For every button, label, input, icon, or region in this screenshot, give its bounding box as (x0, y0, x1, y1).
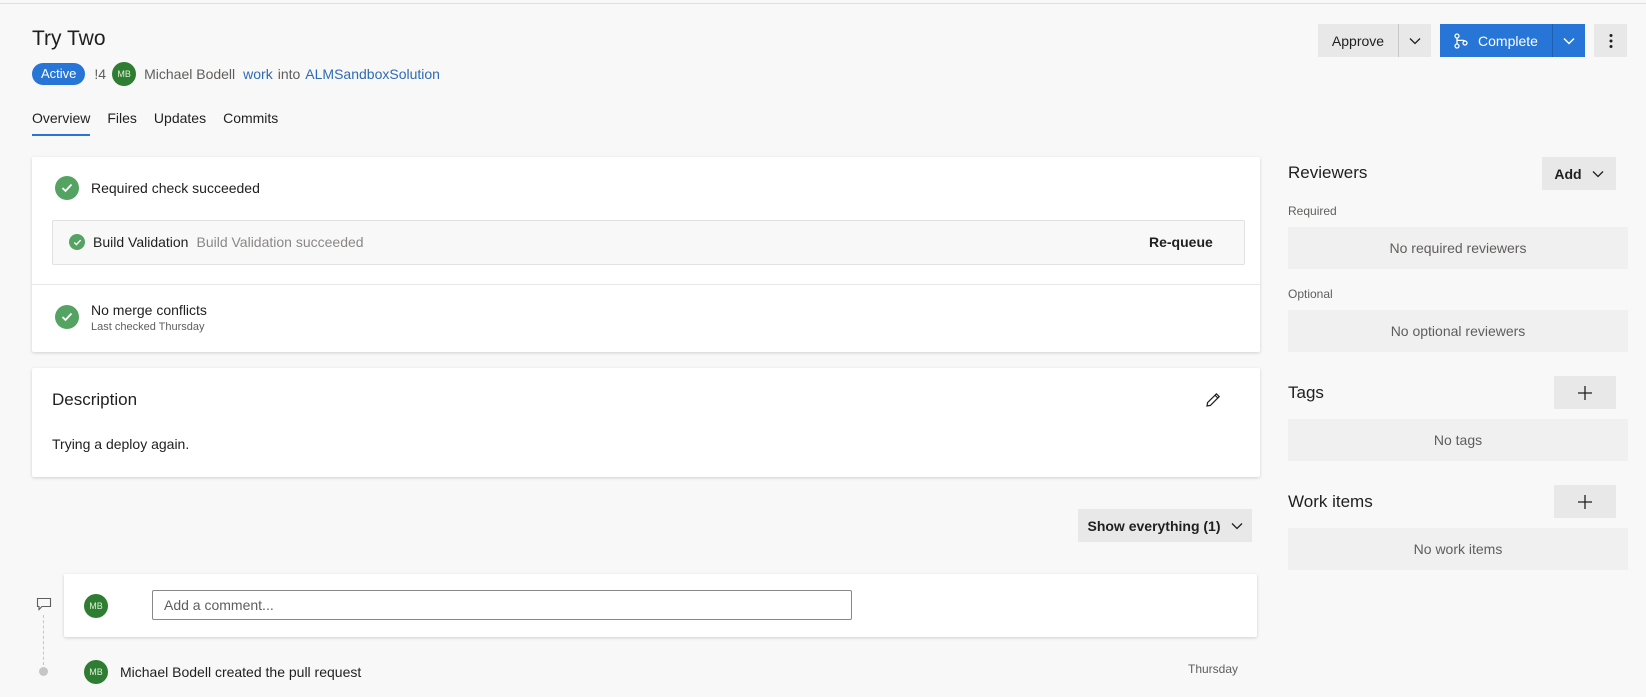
build-validation-status: Build Validation succeeded (196, 234, 364, 250)
checks-divider (32, 284, 1260, 285)
approve-dropdown-button[interactable] (1399, 24, 1431, 57)
no-optional-reviewers: No optional reviewers (1288, 310, 1628, 352)
complete-group: Complete (1440, 24, 1585, 57)
chevron-down-icon (1231, 522, 1242, 529)
merge-check-row: No merge conflicts Last checked Thursday (55, 302, 207, 333)
branch-merge-icon (1454, 32, 1468, 49)
plus-icon (1578, 494, 1592, 509)
status-badge: Active (32, 63, 86, 85)
author-name[interactable]: Michael Bodell (144, 66, 235, 82)
comment-icon (36, 597, 52, 616)
timeline-time: Thursday (1188, 662, 1239, 676)
description-heading: Description (52, 390, 138, 409)
no-required-reviewers: No required reviewers (1288, 227, 1628, 269)
complete-button[interactable]: Complete (1440, 24, 1552, 57)
more-actions-button[interactable] (1594, 24, 1627, 57)
complete-dropdown-button[interactable] (1553, 24, 1585, 57)
avatar: MB (84, 594, 108, 618)
chevron-down-icon (1592, 170, 1604, 177)
top-divider (0, 3, 1646, 4)
avatar: MB (84, 660, 108, 684)
check-icon (55, 305, 79, 329)
tab-updates[interactable]: Updates (154, 110, 206, 136)
work-items-heading: Work items (1288, 492, 1373, 511)
tags-heading: Tags (1288, 383, 1324, 402)
timeline-connector (43, 615, 44, 665)
complete-label: Complete (1478, 32, 1538, 49)
description-card: Description Trying a deploy again. (32, 368, 1260, 477)
target-branch-link[interactable]: ALMSandboxSolution (305, 66, 440, 82)
chevron-down-icon (1409, 37, 1421, 44)
no-tags: No tags (1288, 419, 1628, 461)
edit-description-button[interactable] (1204, 391, 1222, 414)
into-label: into (277, 66, 301, 82)
add-tag-button[interactable] (1554, 376, 1616, 409)
approve-button[interactable]: Approve (1318, 24, 1398, 57)
required-check-title: Required check succeeded (91, 180, 260, 196)
add-reviewer-button[interactable]: Add (1542, 157, 1616, 190)
required-check-row: Required check succeeded (55, 176, 260, 200)
pr-tabs: Overview Files Updates Commits (32, 110, 295, 136)
add-work-item-button[interactable] (1554, 485, 1616, 518)
check-icon (55, 176, 79, 200)
pr-id: !4 (94, 66, 107, 82)
description-text: Trying a deploy again. (52, 436, 190, 452)
build-validation-row: Build Validation Build Validation succee… (52, 220, 1245, 265)
checks-card: Required check succeeded Build Validatio… (32, 157, 1260, 352)
source-branch-link[interactable]: work (243, 66, 273, 82)
merge-check-text: No merge conflicts Last checked Thursday (91, 302, 207, 333)
avatar[interactable]: MB (112, 62, 137, 86)
reviewers-heading: Reviewers (1288, 163, 1368, 182)
add-reviewer-label: Add (1554, 165, 1582, 182)
page-title: Try Two (32, 27, 106, 50)
timeline-dot (39, 667, 48, 676)
comment-card: MB (64, 574, 1257, 637)
timeline-text: Michael Bodell created the pull request (120, 664, 362, 680)
pr-meta: Active !4 MB Michael Bodell work into AL… (32, 62, 440, 86)
timeline-entry: MB Michael Bodell created the pull reque… (84, 660, 361, 684)
no-work-items: No work items (1288, 528, 1628, 570)
optional-reviewers-label: Optional (1288, 287, 1333, 301)
show-everything-label: Show everything (1) (1087, 517, 1221, 534)
tab-commits[interactable]: Commits (223, 110, 278, 136)
build-validation-name[interactable]: Build Validation (93, 234, 188, 250)
merge-check-title: No merge conflicts (91, 302, 207, 318)
build-validation-info: Build Validation Build Validation succee… (69, 234, 364, 250)
check-icon (69, 234, 85, 250)
tab-files[interactable]: Files (107, 110, 137, 136)
more-group (1594, 24, 1627, 57)
chevron-down-icon (1563, 37, 1575, 45)
plus-icon (1578, 385, 1592, 400)
show-everything-button[interactable]: Show everything (1) (1078, 509, 1252, 542)
more-vertical-icon (1609, 33, 1612, 48)
merge-check-sub: Last checked Thursday (91, 321, 205, 333)
comment-input[interactable] (152, 590, 852, 620)
pencil-icon (1206, 392, 1221, 407)
tab-overview[interactable]: Overview (32, 110, 91, 136)
requeue-button[interactable]: Re-queue (1149, 234, 1213, 250)
approve-group: Approve (1318, 24, 1431, 57)
required-reviewers-label: Required (1288, 204, 1337, 218)
